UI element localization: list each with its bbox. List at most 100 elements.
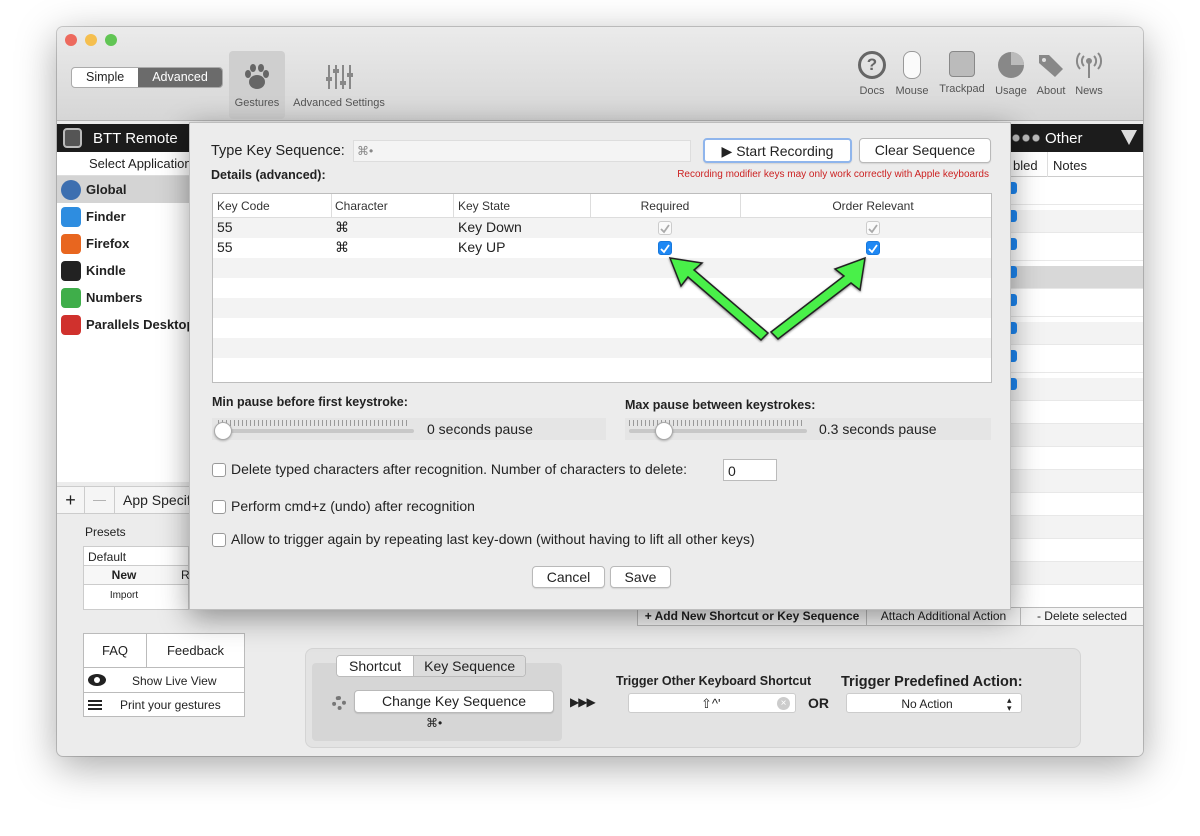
toolbar-trackpad[interactable]: Trackpad <box>935 51 989 95</box>
min-pause-slider[interactable]: 0 seconds pause <box>212 418 606 440</box>
col-character[interactable]: Character <box>335 199 388 213</box>
toolbar-usage[interactable]: Usage <box>993 51 1029 97</box>
table-row[interactable] <box>1009 516 1143 539</box>
toolbar-mouse[interactable]: Mouse <box>893 51 931 97</box>
btt-remote-title[interactable]: BTT Remote <box>93 130 178 147</box>
tab-key-sequence[interactable]: Key Sequence <box>413 656 526 676</box>
table-row[interactable] <box>1009 350 1143 373</box>
delete-selected-button[interactable]: - Delete selected <box>1021 608 1143 625</box>
table-row[interactable] <box>1009 585 1143 608</box>
toolbar-docs[interactable]: ? Docs <box>855 51 889 97</box>
app-icon <box>61 315 81 335</box>
attach-action-button[interactable]: Attach Additional Action <box>867 608 1021 625</box>
toolbar: Simple Advanced Gestures Advanced Settin… <box>57 27 1143 121</box>
table-row[interactable] <box>1009 322 1143 345</box>
trackpad-label: Trackpad <box>939 83 985 95</box>
col-order-relevant[interactable]: Order Relevant <box>740 199 1006 213</box>
table-row[interactable] <box>1009 470 1143 493</box>
toolbar-news[interactable]: News <box>1071 51 1107 97</box>
mode-advanced-button[interactable]: Advanced <box>138 68 222 87</box>
perform-undo-checkbox[interactable] <box>212 500 226 514</box>
sidebar-item-label: Finder <box>86 209 126 224</box>
sequence-input[interactable]: ⌘• <box>353 140 691 162</box>
shortcut-recorder-field[interactable]: ⇧^' × <box>628 693 796 713</box>
change-key-sequence-button[interactable]: Change Key Sequence <box>354 690 554 713</box>
col-key-code[interactable]: Key Code <box>217 199 270 213</box>
preset-new-button[interactable]: New <box>84 568 164 582</box>
arrows-indicator: ▶▶▶ <box>570 695 596 709</box>
remote-icon <box>63 128 82 148</box>
table-row[interactable] <box>1009 266 1143 289</box>
order-relevant-checkbox[interactable] <box>866 221 880 235</box>
app-specific-label[interactable]: App Specif <box>123 492 191 508</box>
preset-import-button[interactable]: Import <box>84 585 164 607</box>
sidebar-item-label: Numbers <box>86 290 143 305</box>
help-box: FAQ Feedback Show Live View Print your g… <box>83 633 245 717</box>
cell-key-state: Key UP <box>458 239 506 255</box>
slider-track <box>216 429 414 433</box>
faq-button[interactable]: FAQ <box>84 634 147 668</box>
other-title[interactable]: Other <box>1045 130 1083 147</box>
max-pause-value: 0.3 seconds pause <box>819 421 937 437</box>
max-pause-knob[interactable] <box>654 422 673 440</box>
toolbar-advanced-settings[interactable]: Advanced Settings <box>289 63 389 109</box>
required-checkbox[interactable] <box>658 221 672 235</box>
mode-switch: Simple Advanced <box>71 67 223 88</box>
minimize-window-button[interactable] <box>85 34 97 46</box>
col-required[interactable]: Required <box>590 199 740 213</box>
delete-typed-checkbox[interactable] <box>212 463 226 477</box>
current-sequence-symbol: ⌘• <box>426 716 443 730</box>
cell-character: ⌘ <box>335 239 349 255</box>
mode-simple-button[interactable]: Simple <box>72 68 138 87</box>
print-gestures-button[interactable]: Print your gestures <box>84 693 244 717</box>
gear-icon[interactable] <box>332 696 346 710</box>
pie-icon <box>997 51 1025 79</box>
add-new-shortcut-button[interactable]: + Add New Shortcut or Key Sequence <box>637 608 867 625</box>
sidebar-item-label: Global <box>86 182 127 197</box>
action-config-panel: Shortcut Key Sequence Change Key Sequenc… <box>305 648 1081 748</box>
table-row[interactable] <box>1009 378 1143 401</box>
preset-default[interactable]: Default <box>84 547 188 565</box>
table-row[interactable] <box>1009 182 1143 205</box>
delete-count-input[interactable]: 0 <box>723 459 777 481</box>
triangle-down-icon[interactable] <box>1121 130 1137 145</box>
table-row[interactable] <box>1009 447 1143 470</box>
table-row[interactable] <box>1009 294 1143 317</box>
feedback-button[interactable]: Feedback <box>147 634 244 668</box>
cancel-button[interactable]: Cancel <box>532 566 605 588</box>
table-row[interactable] <box>1009 238 1143 261</box>
antenna-icon <box>1075 51 1103 79</box>
show-live-view-button[interactable]: Show Live View <box>84 668 244 693</box>
col-key-state[interactable]: Key State <box>458 199 510 213</box>
paw-icon <box>242 63 272 91</box>
table-row[interactable] <box>1009 210 1143 233</box>
allow-trigger-checkbox[interactable] <box>212 533 226 547</box>
table-row[interactable] <box>1009 401 1143 424</box>
shortcut-value: ⇧^' <box>701 696 721 711</box>
slider-ticks <box>629 420 805 426</box>
table-row[interactable] <box>1009 424 1143 447</box>
clear-sequence-button[interactable]: Clear Sequence <box>859 138 991 163</box>
remove-app-button[interactable]: — <box>85 487 115 513</box>
close-window-button[interactable] <box>65 34 77 46</box>
tab-shortcut[interactable]: Shortcut <box>337 656 414 676</box>
perform-undo-label: Perform cmd+z (undo) after recognition <box>231 498 475 514</box>
table-row[interactable] <box>1009 562 1143 585</box>
zoom-window-button[interactable] <box>105 34 117 46</box>
min-pause-knob[interactable] <box>214 422 232 440</box>
table-row[interactable] <box>1009 539 1143 562</box>
predefined-action-select[interactable]: No Action ▴ ▾ <box>846 693 1022 713</box>
print-gestures-label: Print your gestures <box>120 698 221 712</box>
add-app-button[interactable]: + <box>57 487 85 513</box>
table-row[interactable]: 55 ⌘ Key Down <box>213 218 991 238</box>
table-row[interactable] <box>1009 493 1143 516</box>
toolbar-about[interactable]: About <box>1033 51 1069 97</box>
col-notes-header[interactable]: Notes <box>1053 158 1087 173</box>
start-recording-button[interactable]: ▶ Start Recording <box>703 138 852 163</box>
col-enabled-header[interactable]: bled <box>1013 158 1038 173</box>
save-button[interactable]: Save <box>610 566 671 588</box>
max-pause-slider[interactable]: 0.3 seconds pause <box>625 418 991 440</box>
toolbar-gestures[interactable]: Gestures <box>229 51 285 119</box>
type-key-sequence-label: Type Key Sequence: <box>211 143 345 159</box>
clear-shortcut-icon[interactable]: × <box>777 697 790 710</box>
